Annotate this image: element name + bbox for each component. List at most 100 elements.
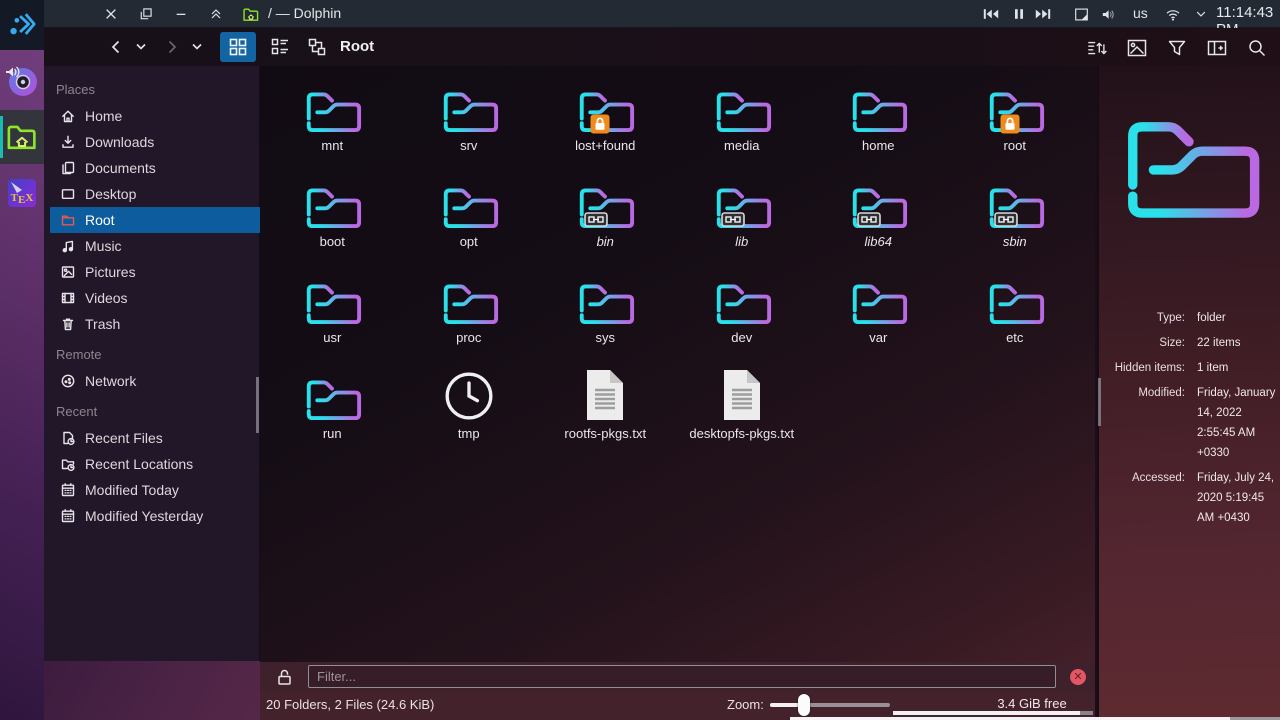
status-bar: 20 Folders, 2 Files (24.6 KiB) Zoom: 3.4… bbox=[260, 692, 1095, 720]
icons-view-button[interactable] bbox=[220, 32, 256, 62]
file-item-sbin[interactable]: sbin bbox=[947, 178, 1084, 274]
sidebar-item-documents[interactable]: Documents bbox=[44, 155, 259, 181]
sidebar-item-label: Modified Yesterday bbox=[85, 508, 203, 524]
volume-icon[interactable] bbox=[1098, 3, 1120, 25]
sidebar-item-home[interactable]: Home bbox=[44, 103, 259, 129]
preview-toggle-icon[interactable] bbox=[1125, 36, 1149, 60]
file-item-usr[interactable]: usr bbox=[264, 274, 401, 370]
filter-input[interactable] bbox=[308, 665, 1056, 688]
titlebar[interactable]: / — Dolphin us 11:14:43 PM bbox=[44, 0, 1280, 28]
sidebar-item-desktop[interactable]: Desktop bbox=[44, 181, 259, 207]
clock-folder-icon bbox=[443, 370, 495, 422]
shade-window-icon[interactable] bbox=[205, 3, 227, 25]
file-label: etc bbox=[1006, 330, 1023, 345]
dock-item-media-player[interactable] bbox=[0, 54, 44, 108]
tray-panel-icon[interactable] bbox=[1070, 3, 1092, 25]
media-pause-icon[interactable] bbox=[1008, 3, 1030, 25]
sidebar-item-modified-yesterday[interactable]: Modified Yesterday bbox=[44, 503, 259, 529]
statusbar-sidebar-area bbox=[44, 661, 260, 720]
metadata-label: Type: bbox=[1107, 308, 1185, 328]
lock-emblem-icon bbox=[1000, 114, 1020, 134]
file-item-boot[interactable]: boot bbox=[264, 178, 401, 274]
media-previous-icon[interactable] bbox=[980, 3, 1002, 25]
file-item-media[interactable]: media bbox=[674, 82, 811, 178]
link-emblem-icon bbox=[584, 212, 608, 227]
file-label: srv bbox=[460, 138, 477, 153]
metadata-row-size: Size:22 items bbox=[1107, 333, 1279, 353]
file-item-rootfs-pkgs-txt[interactable]: rootfs-pkgs.txt bbox=[537, 370, 674, 466]
dock-item-dolphin[interactable] bbox=[0, 110, 44, 164]
file-item-lost-found[interactable]: lost+found bbox=[537, 82, 674, 178]
calendar-icon bbox=[60, 482, 76, 498]
search-icon[interactable] bbox=[1245, 36, 1269, 60]
file-item-srv[interactable]: srv bbox=[401, 82, 538, 178]
file-item-var[interactable]: var bbox=[810, 274, 947, 370]
sidebar-item-network[interactable]: Network bbox=[44, 368, 259, 394]
sidebar-item-label: Desktop bbox=[85, 186, 136, 202]
keyboard-layout-indicator[interactable]: us bbox=[1133, 5, 1148, 21]
sidebar-scrollbar[interactable] bbox=[256, 377, 259, 433]
tray-expander-chevron-icon[interactable] bbox=[1190, 3, 1212, 25]
filter-toggle-icon[interactable] bbox=[1165, 36, 1189, 60]
back-button[interactable] bbox=[108, 39, 124, 55]
file-item-sys[interactable]: sys bbox=[537, 274, 674, 370]
sidebar-item-recent-locations[interactable]: Recent Locations bbox=[44, 451, 259, 477]
sidebar-item-pictures[interactable]: Pictures bbox=[44, 259, 259, 285]
split-view-icon[interactable] bbox=[1205, 36, 1229, 60]
wifi-icon[interactable] bbox=[1162, 3, 1184, 25]
sidebar-item-downloads[interactable]: Downloads bbox=[44, 129, 259, 155]
metadata-value: Friday, January 14, 2022 2:55:45 AM +033… bbox=[1197, 383, 1279, 463]
calendar-icon bbox=[60, 508, 76, 524]
maximize-window-icon[interactable] bbox=[135, 3, 157, 25]
folder-icon bbox=[984, 82, 1046, 134]
sidebar-item-trash[interactable]: Trash bbox=[44, 311, 259, 337]
file-item-proc[interactable]: proc bbox=[401, 274, 538, 370]
file-label: lib bbox=[735, 234, 748, 249]
tree-view-button[interactable] bbox=[300, 32, 334, 62]
filter-lock-icon[interactable] bbox=[276, 668, 293, 686]
close-window-icon[interactable] bbox=[100, 3, 122, 25]
panel-splitter-handle[interactable] bbox=[1098, 378, 1101, 426]
sidebar-item-label: Documents bbox=[85, 160, 156, 176]
file-item-dev[interactable]: dev bbox=[674, 274, 811, 370]
dock-item-texstudio[interactable]: TEX bbox=[0, 166, 44, 220]
sidebar-item-modified-today[interactable]: Modified Today bbox=[44, 477, 259, 503]
filter-close-button[interactable]: ✕ bbox=[1070, 669, 1086, 685]
minimize-window-icon[interactable] bbox=[170, 3, 192, 25]
breadcrumb-location[interactable]: Root bbox=[340, 38, 374, 55]
media-next-icon[interactable] bbox=[1032, 3, 1054, 25]
sidebar-item-label: Home bbox=[85, 108, 122, 124]
file-item-desktopfs-pkgs-txt[interactable]: desktopfs-pkgs.txt bbox=[674, 370, 811, 466]
sort-order-icon[interactable] bbox=[1085, 36, 1109, 60]
sidebar-item-label: Root bbox=[85, 212, 115, 228]
back-history-chevron-icon[interactable] bbox=[134, 42, 150, 58]
sidebar-item-videos[interactable]: Videos bbox=[44, 285, 259, 311]
status-summary: 20 Folders, 2 Files (24.6 KiB) bbox=[266, 697, 434, 712]
zoom-label: Zoom: bbox=[727, 697, 764, 712]
file-item-bin[interactable]: bin bbox=[537, 178, 674, 274]
file-label: sys bbox=[596, 330, 616, 345]
file-item-home[interactable]: home bbox=[810, 82, 947, 178]
sidebar-item-recent-files[interactable]: Recent Files bbox=[44, 425, 259, 451]
file-item-etc[interactable]: etc bbox=[947, 274, 1084, 370]
metadata-label: Size: bbox=[1107, 333, 1185, 353]
folder-icon bbox=[574, 274, 636, 326]
file-item-lib64[interactable]: lib64 bbox=[810, 178, 947, 274]
file-item-run[interactable]: run bbox=[264, 370, 401, 466]
folder-view[interactable]: mnt srv lost+foundmediahomeroot bootoptbin l… bbox=[260, 66, 1095, 662]
file-item-mnt[interactable]: mnt bbox=[264, 82, 401, 178]
window-title: / — Dolphin bbox=[268, 5, 341, 21]
dock-item-app-launcher[interactable] bbox=[0, 0, 44, 50]
forward-button[interactable] bbox=[164, 39, 180, 55]
folder-icon bbox=[301, 82, 363, 134]
details-view-button[interactable] bbox=[262, 32, 298, 62]
sidebar-item-root[interactable]: Root bbox=[50, 207, 262, 233]
sidebar-item-music[interactable]: Music bbox=[44, 233, 259, 259]
file-item-tmp[interactable]: tmp bbox=[401, 370, 538, 466]
file-item-lib[interactable]: lib bbox=[674, 178, 811, 274]
forward-history-chevron-icon[interactable] bbox=[190, 42, 206, 58]
file-item-opt[interactable]: opt bbox=[401, 178, 538, 274]
file-item-root[interactable]: root bbox=[947, 82, 1084, 178]
sidebar-item-label: Trash bbox=[85, 316, 120, 332]
zoom-slider-handle[interactable] bbox=[798, 694, 810, 716]
